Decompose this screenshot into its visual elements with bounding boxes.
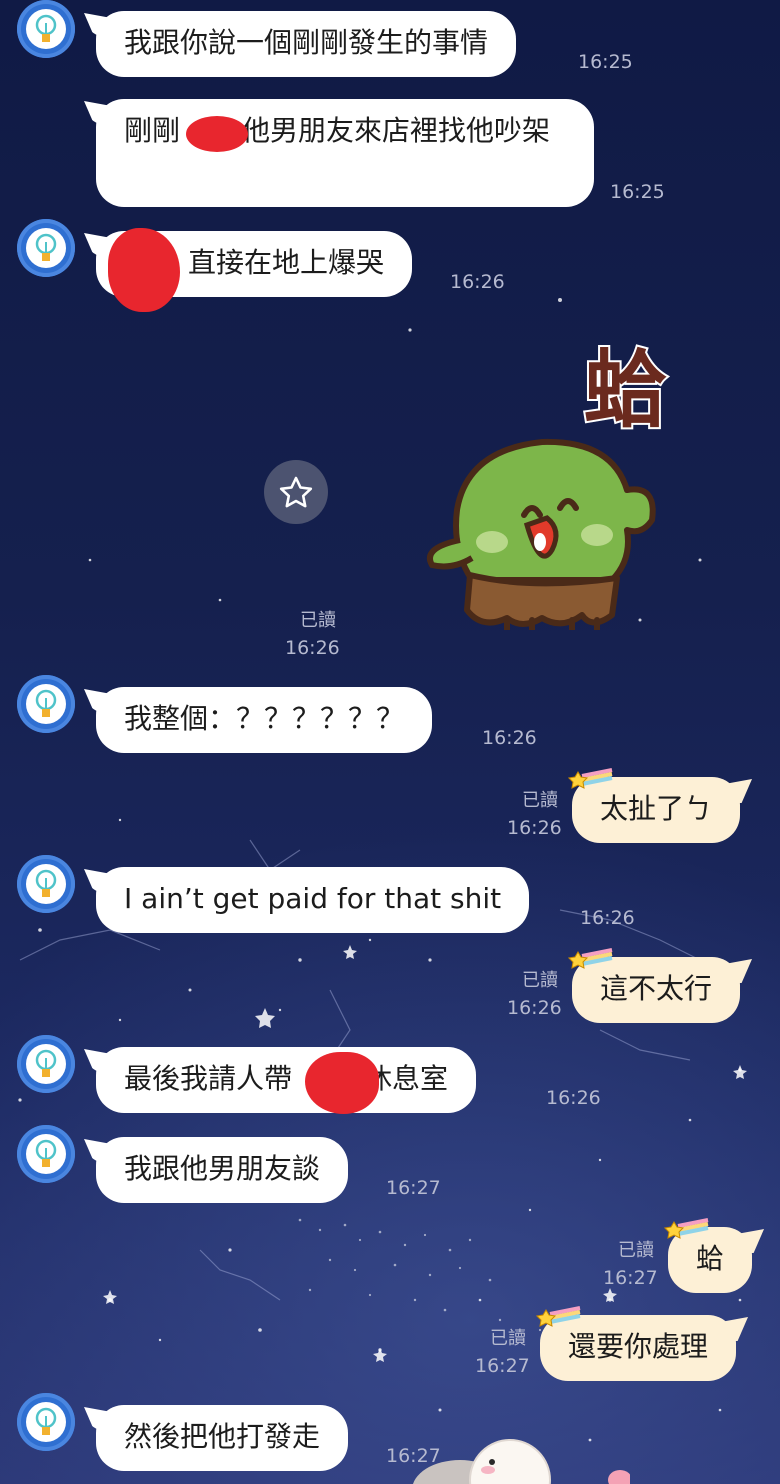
message-text: 我整個：？？？？？？ xyxy=(124,702,405,735)
message-text: 最後我請人帶 xyxy=(124,1062,293,1095)
avatar[interactable] xyxy=(17,0,75,58)
message-bubble[interactable]: 我跟你說一個剛剛發生的事情 xyxy=(96,11,517,77)
redaction-mark xyxy=(186,116,248,152)
message-bubble[interactable]: 我跟他男朋友談 xyxy=(96,1137,349,1203)
message-time: 16:26 xyxy=(546,1087,601,1109)
lightbulb-icon xyxy=(35,689,57,717)
sticker[interactable]: 蛤 xyxy=(412,339,702,640)
avatar[interactable] xyxy=(17,675,75,733)
message-bubble[interactable]: 最後我請人帶 回休息室 xyxy=(96,1047,477,1113)
sticker-text: 蛤 xyxy=(582,339,670,441)
read-receipt: 已讀 xyxy=(522,970,558,991)
lightbulb-icon xyxy=(35,14,57,42)
message-time: 16:26 xyxy=(450,271,505,293)
read-receipt: 已讀 xyxy=(522,790,558,811)
message-text: 還要你處理 xyxy=(568,1330,709,1363)
message-text: 剛剛 xyxy=(124,114,181,147)
lightbulb-icon xyxy=(35,869,57,897)
message-text: 這不太行 xyxy=(600,972,713,1005)
star-icon xyxy=(279,476,313,508)
message-time: 16:27 xyxy=(475,1355,530,1377)
read-receipt: 已讀 xyxy=(300,610,336,631)
message-time: 16:26 xyxy=(482,727,537,749)
message-text: 然後把他打發走 xyxy=(124,1420,321,1453)
message-text: 我跟他男朋友談 xyxy=(124,1152,321,1185)
rainbow-star-decoration xyxy=(536,1306,581,1327)
rainbow-star-decoration xyxy=(568,768,613,789)
message-text: 我跟你說一個剛剛發生的事情 xyxy=(124,26,489,59)
message-text: 蛤 xyxy=(696,1242,725,1275)
message-bubble[interactable]: I ain’t get paid for that shit xyxy=(96,867,530,933)
lightbulb-icon xyxy=(35,233,57,261)
avatar[interactable] xyxy=(17,855,75,913)
rainbow-star-decoration xyxy=(664,1218,709,1239)
message-time: 16:26 xyxy=(507,997,562,1019)
message-bubble[interactable]: 然後把他打發走 xyxy=(96,1405,349,1471)
read-receipt: 已讀 xyxy=(618,1240,654,1261)
lightbulb-icon xyxy=(35,1407,57,1435)
favorite-sticker-button[interactable] xyxy=(264,460,328,524)
redaction-mark xyxy=(108,228,180,312)
message-bubble[interactable]: 我整個：？？？？？？ xyxy=(96,687,433,753)
message-bubble[interactable]: 剛剛 他男朋友來店裡找他吵架 xyxy=(96,99,594,207)
message-time: 16:26 xyxy=(507,817,562,839)
background-character-illustration xyxy=(412,1439,630,1484)
rainbow-star-decoration xyxy=(568,948,613,969)
read-receipt: 已讀 xyxy=(490,1328,526,1349)
message-time: 16:26 xyxy=(580,907,635,929)
redaction-mark xyxy=(305,1052,379,1114)
message-time: 16:26 xyxy=(285,637,340,659)
message-text-continued: 他男朋友來店裡找他吵架 xyxy=(242,114,551,147)
message-text: 太扯了ㄅ xyxy=(600,792,713,825)
lightbulb-icon xyxy=(35,1139,57,1167)
message-time: 16:27 xyxy=(386,1177,441,1199)
message-text: 直接在地上爆哭 xyxy=(188,246,385,279)
message-text: I ain’t get paid for that shit xyxy=(124,882,502,915)
green-creature-illustration xyxy=(427,438,656,630)
message-time: 16:25 xyxy=(610,181,665,203)
message-time: 16:25 xyxy=(578,51,633,73)
avatar[interactable] xyxy=(17,1035,75,1093)
avatar[interactable] xyxy=(17,1393,75,1451)
message-time: 16:27 xyxy=(603,1267,658,1289)
lightbulb-icon xyxy=(35,1049,57,1077)
avatar[interactable] xyxy=(17,219,75,277)
avatar[interactable] xyxy=(17,1125,75,1183)
